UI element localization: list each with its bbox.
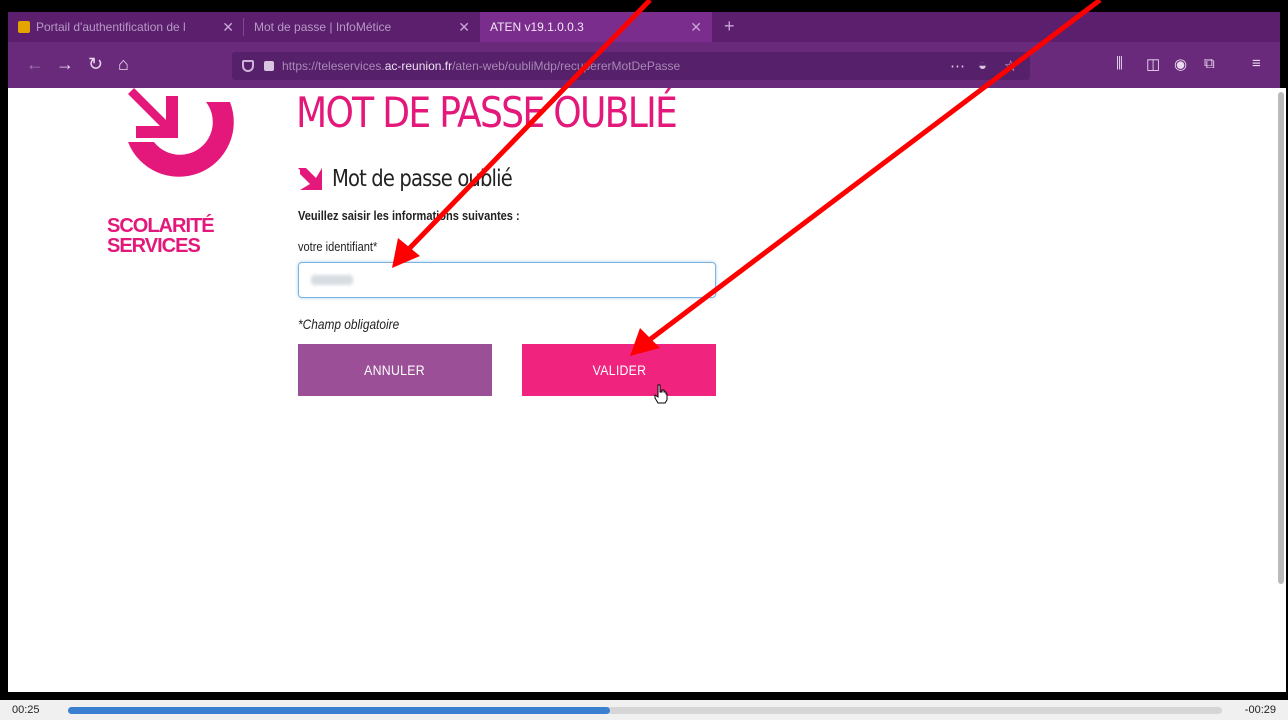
reload-icon[interactable]: ↻: [88, 54, 103, 74]
pocket-icon[interactable]: ◒: [978, 57, 987, 74]
lock-icon[interactable]: [264, 61, 274, 71]
navigation-bar: ← → ↻ ⌂ https://teleservices.ac-reunion.…: [8, 42, 1280, 88]
tab-portail[interactable]: Portail d'authentification de l ✕: [8, 12, 244, 42]
logo-text: SCOLARITÉ SERVICES: [107, 215, 215, 257]
seek-bar[interactable]: [68, 707, 1222, 714]
seek-bar-fill: [68, 707, 611, 714]
remaining-time: -00:29: [1244, 704, 1276, 716]
cancel-button[interactable]: ANNULER: [298, 344, 492, 396]
elapsed-time: 00:25: [12, 704, 40, 716]
scolarite-services-logo-icon: [128, 88, 234, 177]
more-icon[interactable]: ⋯: [950, 57, 965, 75]
menu-icon[interactable]: ≡: [1252, 55, 1261, 72]
tab-bar: Portail d'authentification de l ✕ Mot de…: [8, 12, 1280, 42]
url-text[interactable]: https://teleservices.ac-reunion.fr/aten-…: [282, 59, 680, 73]
tab-label: Mot de passe | InfoMétice: [254, 20, 392, 34]
screen: Portail d'authentification de l ✕ Mot de…: [0, 0, 1288, 720]
bookmark-star-icon[interactable]: ☆: [1004, 57, 1017, 75]
extension-icon[interactable]: ⧉: [1204, 55, 1215, 72]
submit-button[interactable]: VALIDER: [522, 344, 716, 396]
home-icon[interactable]: ⌂: [118, 54, 129, 74]
required-field-note: *Champ obligatoire: [298, 316, 400, 332]
close-icon[interactable]: ✕: [222, 19, 234, 36]
hand-cursor-icon: [654, 384, 668, 404]
arrow-down-right-icon: [298, 168, 322, 190]
lock-icon: [18, 21, 30, 33]
section-heading: Mot de passe oublié: [298, 166, 544, 192]
close-icon[interactable]: ✕: [690, 19, 702, 36]
identifier-input[interactable]: [298, 262, 716, 298]
library-icon[interactable]: ⫼: [1116, 55, 1123, 72]
tab-aten[interactable]: ATEN v19.1.0.0.3 ✕: [480, 12, 712, 42]
section-title: Mot de passe oublié: [332, 166, 513, 192]
close-icon[interactable]: ✕: [458, 19, 470, 36]
back-icon[interactable]: ←: [26, 54, 44, 74]
blurred-value: [311, 275, 353, 285]
tab-label: ATEN v19.1.0.0.3: [490, 20, 584, 34]
web-page: SCOLARITÉ SERVICES MOT DE PASSE OUBLIÉ M…: [8, 88, 1286, 692]
scrollbar[interactable]: [1278, 92, 1284, 584]
address-bar[interactable]: https://teleservices.ac-reunion.fr/aten-…: [232, 52, 1030, 80]
identifier-label: votre identifiant*: [298, 239, 378, 254]
account-icon[interactable]: ◉: [1174, 55, 1187, 73]
forward-icon[interactable]: →: [56, 54, 74, 74]
sidebar-icon[interactable]: ◫: [1146, 55, 1160, 73]
new-tab-icon[interactable]: +: [724, 16, 735, 37]
instructions-text: Veuillez saisir les informations suivant…: [298, 208, 520, 223]
shield-icon[interactable]: [242, 60, 254, 72]
page-title: MOT DE PASSE OUBLIÉ: [296, 88, 678, 137]
tab-infometice[interactable]: Mot de passe | InfoMétice ✕: [244, 12, 480, 42]
video-progress-bar: 00:25 -00:29: [0, 700, 1288, 720]
tab-label: Portail d'authentification de l: [36, 20, 186, 34]
